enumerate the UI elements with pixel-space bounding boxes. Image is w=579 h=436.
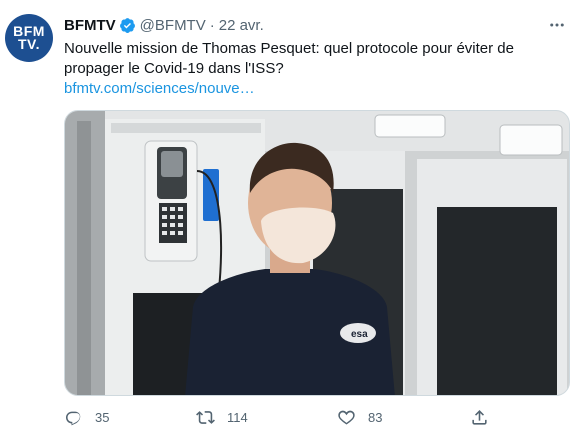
retweet-count: 114 xyxy=(227,409,248,425)
share-icon xyxy=(472,409,487,425)
like-button[interactable]: 83 xyxy=(337,408,382,427)
like-icon xyxy=(338,410,355,424)
retweet-icon xyxy=(196,410,215,424)
more-icon[interactable] xyxy=(545,13,569,37)
reply-count: 35 xyxy=(95,409,110,425)
tweet-text: Nouvelle mission de Thomas Pesquet: quel… xyxy=(64,40,514,77)
share-button[interactable] xyxy=(470,408,489,427)
tweet-header: BFMTV @BFMTV · 22 avr. xyxy=(64,15,569,35)
tweet-timestamp[interactable]: 22 avr. xyxy=(219,17,264,34)
photo-astronaut-in-module: esa xyxy=(65,111,569,395)
author-handle[interactable]: @BFMTV xyxy=(140,17,206,34)
avatar-logo: BFM TV. xyxy=(13,24,45,52)
verified-badge-icon xyxy=(119,17,136,34)
esa-patch-text: esa xyxy=(351,329,368,340)
tweet-link[interactable]: bfmtv.com/sciences/nouve… xyxy=(64,79,255,99)
tweet[interactable]: BFM TV. BFMTV @BFMTV · 22 avr. Nouvelle … xyxy=(0,0,579,436)
reply-button[interactable]: 35 xyxy=(64,408,109,427)
header-separator: · xyxy=(209,16,215,34)
like-count: 83 xyxy=(368,409,383,425)
reply-icon xyxy=(65,411,81,425)
tweet-media-photo[interactable]: esa xyxy=(64,110,570,396)
author-display-name[interactable]: BFMTV xyxy=(64,17,116,34)
retweet-button[interactable]: 114 xyxy=(196,408,248,427)
avatar[interactable]: BFM TV. xyxy=(5,14,53,62)
avatar-logo-line2: TV. xyxy=(17,36,40,52)
tweet-actions: 35 114 83 xyxy=(64,404,504,430)
